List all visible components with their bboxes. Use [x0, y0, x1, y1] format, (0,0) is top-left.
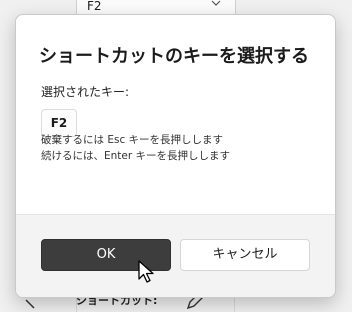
selected-key-label: 選択されたキー:	[41, 85, 130, 99]
shortcut-key-dialog: ショートカットのキーを選択する 選択されたキー: F2 破棄するには Esc キ…	[15, 14, 336, 298]
cancel-button[interactable]: キャンセル	[180, 239, 310, 271]
hint-continue: 続けるには、Enter キーを長押しします	[41, 150, 231, 162]
dialog-title: ショートカットのキーを選択する	[39, 46, 309, 67]
line-fragment-icon	[25, 299, 35, 309]
dialog-footer: OK キャンセル	[16, 214, 335, 297]
mouse-pointer-icon	[138, 260, 154, 283]
chevron-down-icon	[211, 0, 221, 6]
hint-cancel: 破棄するには Esc キーを長押しします	[41, 134, 224, 146]
key-dropdown-value: F2	[87, 0, 102, 13]
